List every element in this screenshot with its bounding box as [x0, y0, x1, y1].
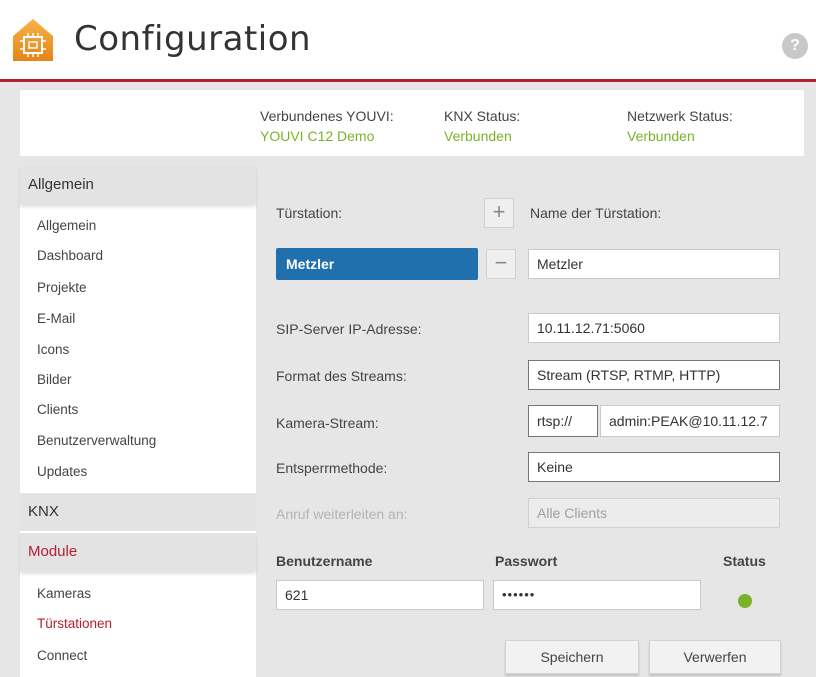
sidebar-item-icons[interactable]: Icons: [37, 342, 69, 357]
camera-url-input[interactable]: admin:PEAK@10.11.12.7: [600, 405, 780, 437]
password-column-header: Passwort: [495, 553, 558, 569]
connection-status-indicator: [738, 594, 752, 608]
door-station-label: Türstation:: [276, 205, 343, 221]
sidebar-item-allgemein[interactable]: Allgemein: [37, 218, 96, 233]
unlock-method-select[interactable]: Keine: [528, 452, 780, 482]
sip-server-label: SIP-Server IP-Adresse:: [276, 321, 422, 337]
sidebar-item-kameras[interactable]: Kameras: [37, 586, 91, 601]
door-station-select-item[interactable]: Metzler: [276, 248, 478, 280]
station-name-input[interactable]: Metzler: [528, 249, 780, 279]
sidebar-item-dashboard[interactable]: Dashboard: [37, 248, 103, 263]
help-icon[interactable]: ?: [782, 33, 808, 59]
remove-door-station-button[interactable]: −: [486, 249, 516, 279]
network-status-label: Netzwerk Status:: [627, 108, 733, 124]
forward-call-label: Anruf weiterleiten an:: [276, 506, 408, 522]
forward-call-select: Alle Clients: [528, 498, 780, 528]
username-column-header: Benutzername: [276, 553, 373, 569]
app-header: Configuration ?: [0, 0, 816, 80]
stream-format-label: Format des Streams:: [276, 368, 407, 384]
stream-format-select[interactable]: Stream (RTSP, RTMP, HTTP): [528, 360, 780, 390]
password-input[interactable]: ••••••: [493, 580, 701, 610]
camera-protocol-select[interactable]: rtsp://: [528, 405, 598, 437]
sidebar-item-email[interactable]: E-Mail: [37, 311, 75, 326]
sidebar-section-allgemein[interactable]: Allgemein: [20, 166, 256, 204]
unlock-method-label: Entsperrmethode:: [276, 460, 388, 476]
sidebar-section-knx[interactable]: KNX: [20, 493, 256, 531]
station-name-label: Name der Türstation:: [530, 205, 662, 221]
sidebar-item-tuerstationen[interactable]: Türstationen: [37, 616, 112, 631]
network-status-value: Verbunden: [627, 128, 695, 144]
page-title: Configuration: [74, 19, 312, 59]
sidebar-item-benutzerverwaltung[interactable]: Benutzerverwaltung: [37, 433, 156, 448]
status-column-header: Status: [723, 553, 766, 569]
username-input[interactable]: 621: [276, 580, 484, 610]
sidebar-item-clients[interactable]: Clients: [37, 402, 78, 417]
sip-server-input[interactable]: 10.11.12.71:5060: [528, 313, 780, 343]
youvi-status-value: YOUVI C12 Demo: [260, 128, 375, 144]
camera-stream-label: Kamera-Stream:: [276, 415, 379, 431]
sidebar-item-updates[interactable]: Updates: [37, 464, 87, 479]
plus-icon: +: [492, 199, 506, 224]
youvi-status-label: Verbundenes YOUVI:: [260, 108, 394, 124]
knx-status-label: KNX Status:: [444, 108, 521, 124]
sidebar-item-projekte[interactable]: Projekte: [37, 280, 87, 295]
minus-icon: −: [494, 250, 508, 275]
sidebar-item-connect[interactable]: Connect: [37, 648, 87, 663]
add-door-station-button[interactable]: +: [484, 198, 514, 228]
discard-button[interactable]: Verwerfen: [649, 640, 781, 674]
knx-status-value: Verbunden: [444, 128, 512, 144]
sidebar-item-bilder[interactable]: Bilder: [37, 372, 72, 387]
sidebar-section-module[interactable]: Module: [20, 533, 256, 571]
save-button[interactable]: Speichern: [505, 640, 639, 674]
house-chip-logo-icon: [13, 19, 53, 61]
